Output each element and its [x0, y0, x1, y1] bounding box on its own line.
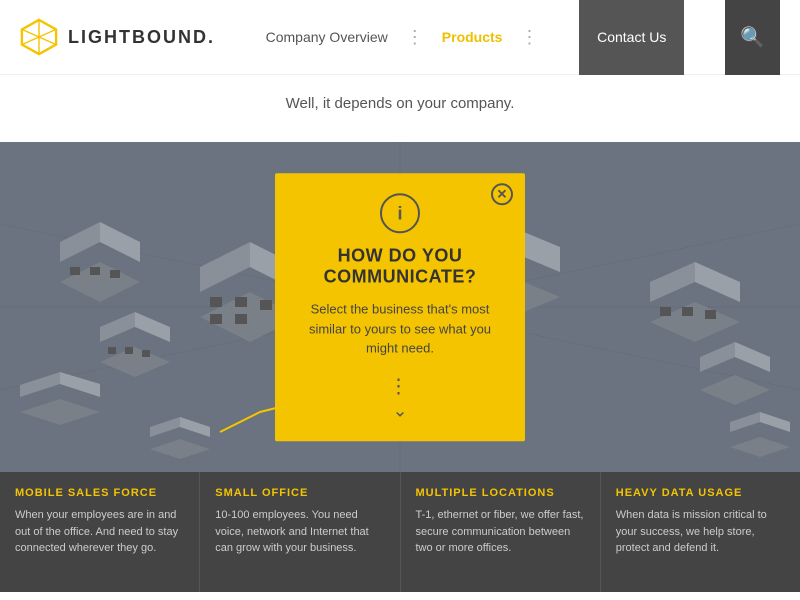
main-nav: Company Overview ⋮ Products ⋮: [256, 24, 539, 50]
nav-company-overview[interactable]: Company Overview: [256, 24, 398, 50]
cards-section: MOBILE SALES FORCE When your employees a…: [0, 472, 800, 592]
logo-icon: [20, 18, 58, 56]
card-multiple-locations[interactable]: MULTIPLE LOCATIONS T-1, ethernet or fibe…: [401, 472, 601, 592]
card-title-multiple: MULTIPLE LOCATIONS: [416, 487, 585, 499]
logo-area: LIGHTBOUND.: [20, 18, 215, 56]
modal-title: HOW DO YOU COMMUNICATE?: [324, 245, 477, 287]
logo-text: LIGHTBOUND.: [68, 27, 215, 48]
modal-dots: ⋮: [389, 373, 412, 398]
info-modal: i ✕ HOW DO YOU COMMUNICATE? Select the b…: [275, 173, 525, 441]
close-button[interactable]: ✕: [491, 183, 513, 205]
modal-body: Select the business that's most similar …: [300, 299, 500, 358]
subtitle-bar: Well, it depends on your company.: [0, 75, 800, 142]
card-title-small: SMALL OFFICE: [215, 487, 384, 499]
contact-us-button[interactable]: Contact Us: [579, 0, 684, 75]
card-desc-multiple: T-1, ethernet or fiber, we offer fast, s…: [416, 507, 585, 557]
modal-down-arrow[interactable]: ⌄: [392, 400, 407, 421]
iso-section: i ✕ HOW DO YOU COMMUNICATE? Select the b…: [0, 142, 800, 472]
card-title-heavy: HEAVY DATA USAGE: [616, 487, 785, 499]
card-heavy-data[interactable]: HEAVY DATA USAGE When data is mission cr…: [601, 472, 800, 592]
card-desc-heavy: When data is mission critical to your su…: [616, 507, 785, 557]
card-mobile-sales-force[interactable]: MOBILE SALES FORCE When your employees a…: [0, 472, 200, 592]
nav-products[interactable]: Products: [432, 24, 513, 50]
card-small-office[interactable]: SMALL OFFICE 10-100 employees. You need …: [200, 472, 400, 592]
info-icon: i: [380, 193, 420, 233]
card-title-mobile: MOBILE SALES FORCE: [15, 487, 184, 499]
search-button[interactable]: 🔍: [725, 0, 780, 75]
card-desc-small: 10-100 employees. You need voice, networ…: [215, 507, 384, 557]
nav-separator-1: ⋮: [406, 27, 424, 48]
subtitle-text: Well, it depends on your company.: [286, 95, 515, 112]
nav-separator-2: ⋮: [520, 27, 538, 48]
card-desc-mobile: When your employees are in and out of th…: [15, 507, 184, 557]
header: LIGHTBOUND. Company Overview ⋮ Products …: [0, 0, 800, 75]
search-icon: 🔍: [740, 25, 765, 50]
